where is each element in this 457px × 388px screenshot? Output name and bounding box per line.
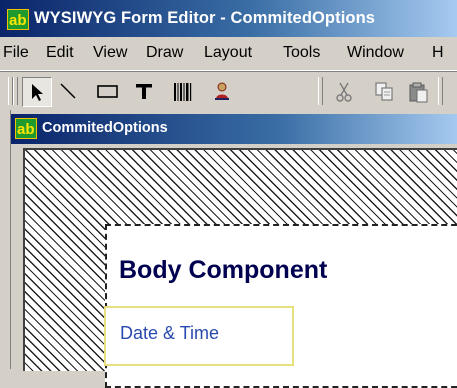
text-t-icon	[136, 84, 152, 99]
svg-text:ab: ab	[9, 12, 27, 29]
barcode-tool[interactable]	[168, 77, 196, 105]
select-arrow-tool[interactable]	[22, 77, 52, 107]
document-title-bar[interactable]: ab CommitedOptions	[11, 114, 457, 144]
barcode-icon	[174, 83, 192, 101]
paste-icon	[409, 82, 428, 103]
menu-help[interactable]: H	[432, 44, 444, 62]
menu-draw[interactable]: Draw	[146, 44, 183, 62]
body-component-title: Body Component	[119, 256, 328, 284]
app-icon: ab	[7, 9, 29, 30]
document-title: CommitedOptions	[42, 120, 168, 136]
rectangle-icon	[97, 85, 118, 98]
scissors-icon	[336, 82, 352, 102]
window-title: WYSIWYG Form Editor - CommitedOptions	[34, 9, 376, 27]
document-icon: ab	[15, 118, 37, 139]
arrow-cursor-icon	[32, 84, 43, 101]
line-tool[interactable]	[54, 77, 82, 105]
window-title-bar[interactable]: ab WYSIWYG Form Editor - CommitedOptions	[0, 0, 457, 37]
menu-file[interactable]: File	[3, 44, 29, 62]
menu-layout[interactable]: Layout	[204, 44, 252, 62]
toolbar-grip[interactable]	[318, 77, 323, 105]
toolbar-grip[interactable]	[13, 77, 18, 105]
text-tool[interactable]	[130, 77, 158, 105]
date-time-label: Date & Time	[120, 323, 220, 343]
menu-bar: File Edit View Draw Layout Tools Window …	[0, 37, 457, 71]
document-window: ab CommitedOptions Body Component Date &…	[10, 110, 457, 388]
copy-icon	[375, 82, 393, 101]
draw-toolbar	[0, 71, 457, 110]
menu-edit[interactable]: Edit	[46, 44, 74, 62]
body-component[interactable]: Body Component Date & Time	[104, 224, 457, 388]
svg-text:ab: ab	[17, 121, 35, 138]
paste-button[interactable]	[404, 77, 432, 105]
line-icon	[60, 83, 76, 99]
rectangle-tool[interactable]	[92, 77, 120, 105]
copy-button[interactable]	[370, 77, 398, 105]
person-image-icon	[215, 82, 229, 100]
menu-view[interactable]: View	[93, 44, 127, 62]
date-time-field[interactable]: Date & Time	[104, 306, 294, 366]
toolbar-separator	[438, 77, 443, 105]
menu-tools[interactable]: Tools	[283, 44, 320, 62]
image-tool[interactable]	[208, 77, 236, 105]
cut-button[interactable]	[330, 77, 358, 105]
form-canvas[interactable]: Body Component Date & Time	[23, 148, 457, 388]
menu-window[interactable]: Window	[347, 44, 404, 62]
